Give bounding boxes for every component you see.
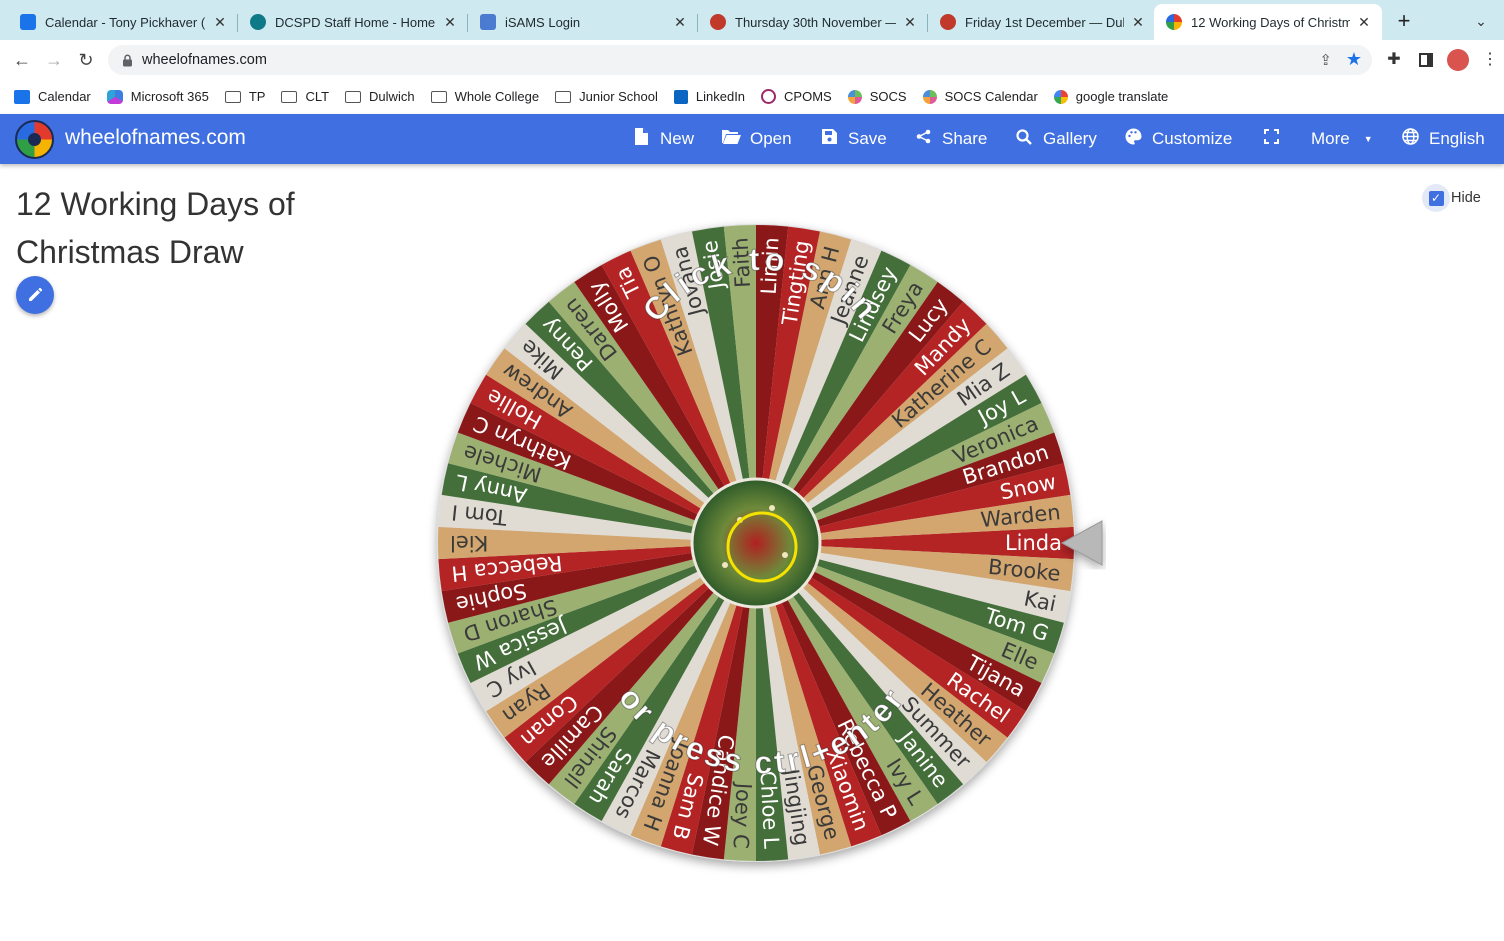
ornament-dot <box>782 552 788 558</box>
wheel-entry-label: Chloe L <box>756 770 784 849</box>
wheel-center-image[interactable] <box>690 477 822 609</box>
wheel-entry-label: Linda <box>1005 531 1062 555</box>
ornament-dot <box>722 562 728 568</box>
spin-wheel[interactable]: LindaBrookeKaiTom GElleTijanaRachelHeath… <box>0 0 1504 936</box>
ornament-dot <box>769 505 775 511</box>
wheel-entry-label: Kiel <box>450 531 488 555</box>
wheel-area: Linda Brooke Kai Tom G Elle Tijana Rachel Heath… <box>0 0 1504 936</box>
wheel-entry-label: Joey C <box>729 780 756 849</box>
